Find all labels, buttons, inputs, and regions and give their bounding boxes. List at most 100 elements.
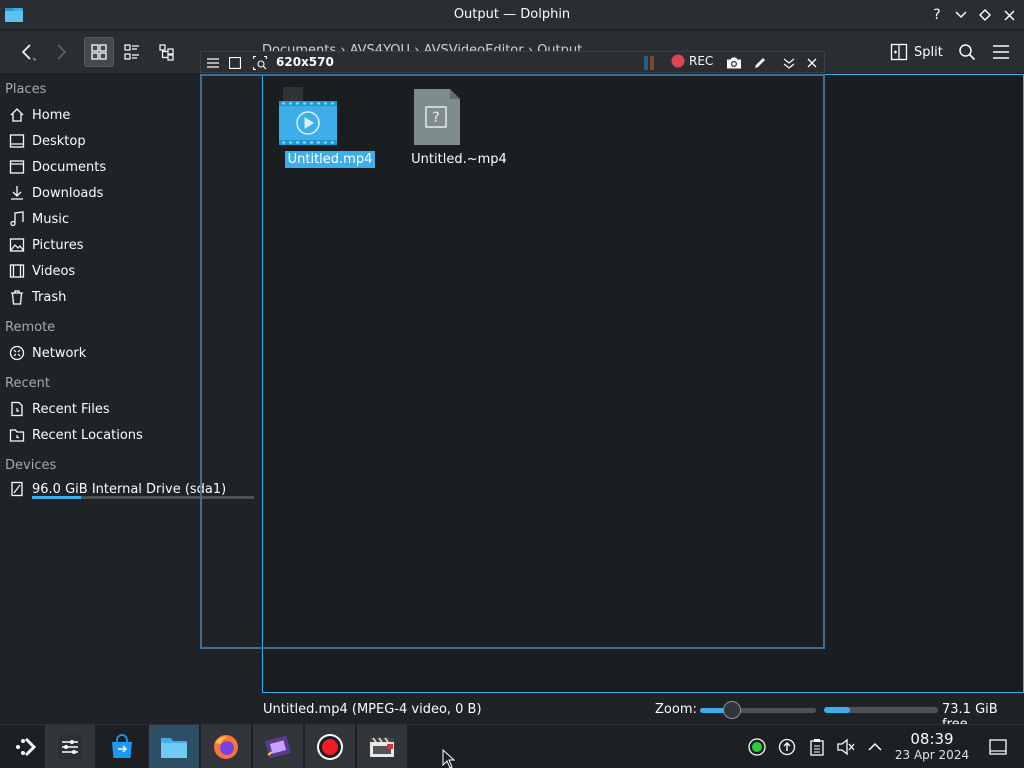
free-space-fill (824, 707, 851, 713)
pictures-icon (4, 235, 30, 255)
tray-clipboard[interactable] (806, 736, 828, 758)
task-system-settings[interactable] (45, 725, 95, 768)
downloads-icon (4, 183, 30, 203)
task-screen-recorder[interactable] (305, 725, 355, 768)
film-reel-icon (265, 735, 291, 759)
search-button[interactable] (952, 37, 982, 67)
close-button[interactable] (1000, 6, 1018, 24)
recorder-toolbar: 620x570 REC (200, 51, 825, 73)
sidebar-item-downloads[interactable]: Downloads (0, 181, 255, 205)
file-name: Untitled.~mp4 (411, 152, 507, 167)
task-discover-store[interactable] (97, 725, 147, 768)
task-avs-editor[interactable] (357, 725, 407, 768)
arrow-left-icon (21, 44, 36, 61)
chevron-down-icon (955, 11, 967, 19)
help-button[interactable]: ? (928, 6, 946, 24)
task-firefox[interactable] (201, 725, 251, 768)
desktop-icon (4, 131, 30, 151)
update-icon (778, 738, 796, 756)
chevron-up-icon (868, 742, 882, 751)
home-icon (4, 105, 30, 125)
show-desktop-button[interactable] (987, 736, 1009, 758)
region-size-label: 620x570 (276, 55, 334, 69)
file-item-untitled-mp4[interactable]: Untitled.mp4 (275, 87, 385, 168)
file-item-untitled-tilde-mp4[interactable]: ? Untitled.~mp4 (404, 87, 514, 168)
sidebar-item-recent-files[interactable]: Recent Files (0, 397, 255, 421)
videos-icon (4, 261, 30, 281)
sidebar-item-trash[interactable]: Trash (0, 285, 255, 309)
firefox-icon (214, 735, 238, 759)
tray-updates[interactable] (776, 736, 798, 758)
collapse-icon[interactable] (781, 54, 797, 72)
task-video-editor[interactable] (253, 725, 303, 768)
split-label: Split (914, 44, 943, 60)
shopping-bag-icon (112, 734, 132, 758)
sidebar-item-network[interactable]: Network (0, 341, 255, 365)
digital-clock[interactable]: 08:39 23 Apr 2024 (892, 731, 972, 763)
clapperboard-icon (370, 737, 394, 757)
clock-time: 08:39 (910, 730, 954, 748)
application-launcher-button[interactable] (0, 725, 50, 768)
region-select-icon[interactable] (228, 54, 242, 72)
record-icon (671, 54, 685, 68)
forward-button[interactable] (46, 37, 76, 67)
selection-info: Untitled.mp4 (MPEG-4 video, 0 B) (263, 702, 482, 717)
hamburger-icon (993, 45, 1009, 59)
unknown-file-icon: ? (404, 87, 514, 147)
maximize-button[interactable] (976, 6, 994, 24)
drive-usage-fill (32, 496, 81, 499)
menu-icon[interactable] (206, 54, 220, 72)
task-dolphin[interactable] (149, 725, 199, 768)
compact-view-button[interactable] (117, 37, 147, 67)
volume-muted-icon (837, 738, 855, 756)
tray-expand[interactable] (864, 736, 886, 758)
record-label: REC (689, 54, 714, 68)
steamdeck-launcher-icon (16, 737, 37, 757)
sidebar-item-music[interactable]: Music (0, 207, 255, 231)
sidebar-item-home[interactable]: Home (0, 103, 255, 127)
sidebar-item-desktop[interactable]: Desktop (0, 129, 255, 153)
settings-sliders-icon (58, 735, 82, 759)
title-bar: Output — Dolphin ? (0, 0, 1024, 30)
record-icon (317, 734, 343, 760)
places-section-label: Places (5, 82, 47, 97)
audio-level-icon (641, 54, 657, 72)
taskbar: 08:39 23 Apr 2024 (0, 724, 1024, 768)
split-view-icon (890, 43, 908, 61)
file-view[interactable]: Untitled.mp4 ? Untitled.~mp4 (262, 74, 1024, 693)
folder-icon (161, 738, 187, 758)
sidebar-item-videos[interactable]: Videos (0, 259, 255, 283)
sidebar-item-documents[interactable]: Documents (0, 155, 255, 179)
diamond-icon (979, 9, 991, 21)
sidebar-item-pictures[interactable]: Pictures (0, 233, 255, 257)
close-icon[interactable] (805, 54, 819, 72)
close-icon (1003, 9, 1015, 21)
record-button[interactable]: REC (671, 54, 713, 68)
zoom-slider[interactable] (700, 701, 816, 719)
clipboard-icon (810, 739, 824, 756)
svg-text:?: ? (432, 110, 439, 126)
pen-icon[interactable] (752, 54, 768, 72)
trash-icon (4, 287, 30, 307)
back-button[interactable] (12, 37, 42, 67)
video-file-icon (275, 87, 385, 147)
details-view-button[interactable] (152, 37, 182, 67)
zoom-slider-handle[interactable] (723, 701, 741, 719)
zoom-region-icon[interactable] (252, 54, 268, 72)
icons-view-button[interactable] (84, 37, 114, 67)
free-space-bar (824, 707, 938, 713)
show-desktop-icon (989, 739, 1007, 755)
camera-icon[interactable] (726, 54, 742, 72)
minimize-button[interactable] (952, 6, 970, 24)
arrow-right-icon (57, 44, 67, 60)
remote-section-label: Remote (5, 320, 56, 335)
window-title: Output — Dolphin (453, 7, 571, 22)
tree-view-icon (159, 44, 174, 61)
mouse-cursor (442, 749, 456, 768)
sidebar-item-recent-locations[interactable]: Recent Locations (0, 423, 255, 447)
split-button[interactable]: Split (886, 37, 948, 67)
hamburger-menu-button[interactable] (986, 37, 1016, 67)
tray-volume[interactable] (835, 736, 857, 758)
tray-steam-status[interactable] (746, 736, 768, 758)
drive-icon (4, 479, 30, 499)
